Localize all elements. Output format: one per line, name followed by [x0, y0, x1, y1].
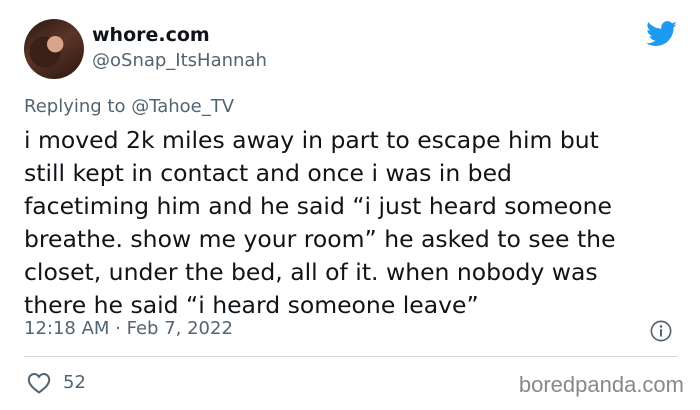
tweet-text-line: still kept in contact and once i was in …: [24, 159, 512, 187]
replying-mention-link[interactable]: @Tahoe_TV: [131, 96, 234, 117]
replying-to: Replying to @Tahoe_TV: [24, 96, 234, 117]
tweet-text-line: breathe. show me your room” he asked to …: [24, 225, 616, 253]
divider: [24, 356, 678, 357]
watermark: boredpanda.com: [518, 372, 684, 397]
replying-prefix: Replying to: [24, 96, 126, 117]
like-count: 52: [63, 372, 86, 393]
tweet-text: i moved 2k miles away in part to escape …: [24, 124, 684, 322]
user-handle[interactable]: @oSnap_ItsHannah: [92, 50, 267, 71]
info-icon[interactable]: [650, 320, 672, 342]
tweet-text-line: facetiming him and he said “i just heard…: [24, 192, 612, 220]
tweet-text-line: closet, under the bed, all of it. when n…: [24, 258, 598, 286]
twitter-bird-icon: [646, 21, 678, 46]
user-avatar[interactable]: [24, 19, 84, 79]
display-name[interactable]: whore.com: [92, 24, 210, 46]
heart-icon[interactable]: [27, 372, 51, 394]
tweet-text-line: i moved 2k miles away in part to escape …: [24, 126, 599, 154]
tweet-timestamp[interactable]: 12:18 AM · Feb 7, 2022: [24, 318, 233, 339]
